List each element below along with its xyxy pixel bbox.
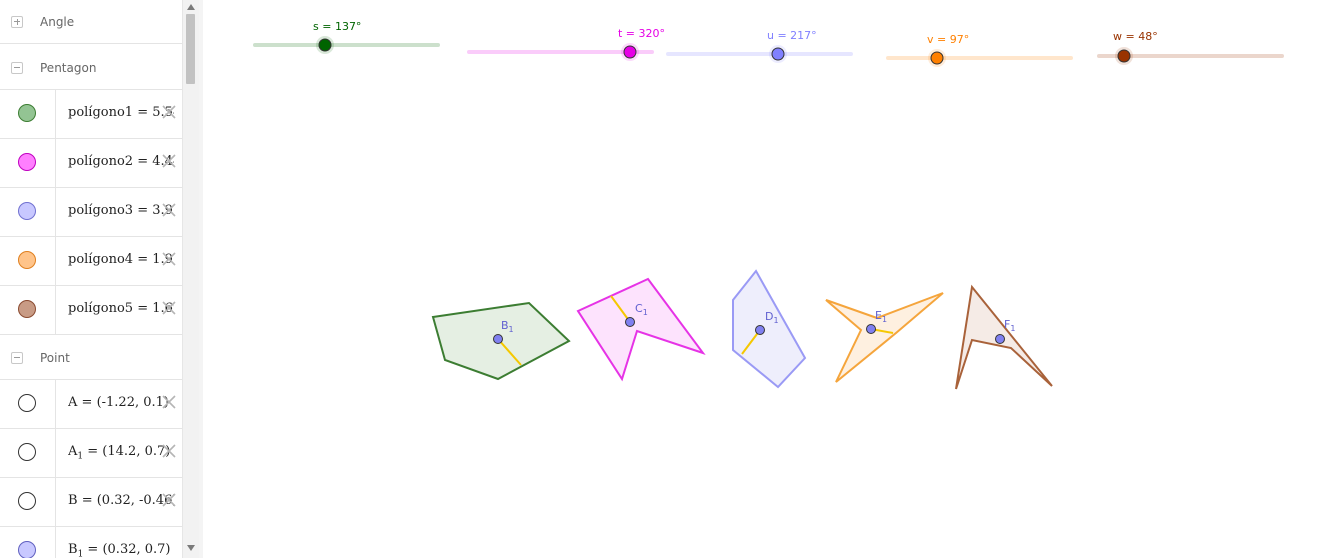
algebra-expression[interactable]: B = (0.32, -0.46) [68, 493, 174, 508]
delete-x-icon[interactable] [160, 201, 178, 219]
slider-knob[interactable] [1117, 49, 1131, 63]
delete-x-icon[interactable] [160, 442, 178, 460]
visibility-marble-icon[interactable] [18, 300, 36, 318]
list-item-point-a1[interactable]: A1 = (14.2, 0.7) [0, 429, 182, 478]
polygon-poligono4[interactable]: E1 [825, 292, 944, 383]
group-label: Angle [40, 14, 75, 29]
slider-knob[interactable] [623, 45, 637, 59]
slider-knob[interactable] [318, 38, 332, 52]
group-label: Pentagon [40, 60, 97, 75]
group-angle[interactable]: Angle [0, 0, 182, 44]
algebra-expression[interactable]: polígono3 = 3.93 [68, 203, 174, 218]
visibility-marble-icon[interactable] [18, 394, 36, 412]
list-item-poligono5[interactable]: polígono5 = 1.69 [0, 286, 182, 335]
slider-knob[interactable] [771, 47, 785, 61]
point-b1[interactable] [493, 334, 503, 344]
delete-x-icon[interactable] [160, 103, 178, 121]
list-item-poligono2[interactable]: polígono2 = 4.44 [0, 139, 182, 188]
list-item-poligono1[interactable]: polígono1 = 5.54 [0, 90, 182, 139]
expand-plus-icon[interactable] [11, 15, 23, 28]
collapse-minus-icon[interactable] [11, 351, 23, 364]
slider-t[interactable]: t = 320° [467, 27, 665, 61]
point-label: E1 [875, 309, 887, 324]
delete-x-icon[interactable] [160, 250, 178, 268]
list-item-poligono3[interactable]: polígono3 = 3.93 [0, 188, 182, 237]
slider-label: t = 320° [618, 27, 665, 40]
delete-x-icon[interactable] [160, 393, 178, 411]
slider-v[interactable]: v = 97° [886, 33, 1073, 67]
visibility-marble-icon[interactable] [18, 104, 36, 122]
slider-label: s = 137° [313, 20, 361, 33]
algebra-expression[interactable]: polígono5 = 1.69 [68, 301, 174, 316]
polygon-shape[interactable] [825, 292, 944, 383]
algebra-expression[interactable]: polígono2 = 4.44 [68, 154, 174, 169]
point-d1[interactable] [755, 325, 765, 335]
graphics-view[interactable]: s = 137° t = 320° u = 217° v = 97° w = 4… [203, 0, 1336, 558]
list-item-point-b1[interactable]: B1 = (0.32, 0.7) [0, 527, 182, 558]
list-item-poligono4[interactable]: polígono4 = 1.95 [0, 237, 182, 286]
point-f1[interactable] [995, 334, 1005, 344]
algebra-expression[interactable]: B1 = (0.32, 0.7) [68, 542, 174, 558]
slider-w[interactable]: w = 48° [1097, 30, 1284, 65]
slider-u[interactable]: u = 217° [666, 29, 853, 63]
slider-s[interactable]: s = 137° [253, 20, 440, 54]
group-pentagon[interactable]: Pentagon [0, 46, 182, 90]
scroll-up-arrow-icon[interactable] [187, 4, 195, 10]
visibility-marble-icon[interactable] [18, 251, 36, 269]
scroll-down-arrow-icon[interactable] [187, 545, 195, 551]
visibility-marble-icon[interactable] [18, 492, 36, 510]
polygon-poligono5[interactable]: F1 [955, 284, 1053, 390]
visibility-marble-icon[interactable] [18, 541, 36, 558]
list-item-point-a[interactable]: A = (-1.22, 0.1) [0, 380, 182, 429]
polygon-shape[interactable] [576, 277, 706, 382]
point-c1[interactable] [625, 317, 635, 327]
algebra-expression[interactable]: A = (-1.22, 0.1) [68, 395, 174, 410]
polygon-poligono2[interactable]: C1 [576, 277, 706, 382]
visibility-marble-icon[interactable] [18, 202, 36, 220]
slider-knob[interactable] [930, 51, 944, 65]
sidebar-scrollbar[interactable] [182, 0, 199, 558]
slider-label: v = 97° [927, 33, 969, 46]
slider-label: u = 217° [767, 29, 817, 42]
visibility-marble-icon[interactable] [18, 153, 36, 171]
delete-x-icon[interactable] [160, 299, 178, 317]
algebra-expression[interactable]: polígono4 = 1.95 [68, 252, 174, 267]
point-label: F1 [1004, 318, 1015, 333]
group-point[interactable]: Point [0, 336, 182, 380]
slider-label: w = 48° [1113, 30, 1158, 43]
collapse-minus-icon[interactable] [11, 61, 23, 74]
delete-x-icon[interactable] [160, 152, 178, 170]
polygon-poligono1[interactable]: B1 [431, 301, 571, 381]
algebra-expression[interactable]: A1 = (14.2, 0.7) [68, 444, 174, 462]
list-item-point-b[interactable]: B = (0.32, -0.46) [0, 478, 182, 527]
point-e1[interactable] [866, 324, 876, 334]
algebra-expression[interactable]: polígono1 = 5.54 [68, 105, 174, 120]
algebra-view: Angle Pentagon polígono1 = 5.54 polígono… [0, 0, 200, 558]
scroll-thumb[interactable] [186, 14, 195, 84]
delete-x-icon[interactable] [160, 491, 178, 509]
polygon-shape[interactable] [732, 269, 807, 389]
group-label: Point [40, 350, 70, 365]
visibility-marble-icon[interactable] [18, 443, 36, 461]
polygon-poligono3[interactable]: D1 [732, 269, 807, 389]
